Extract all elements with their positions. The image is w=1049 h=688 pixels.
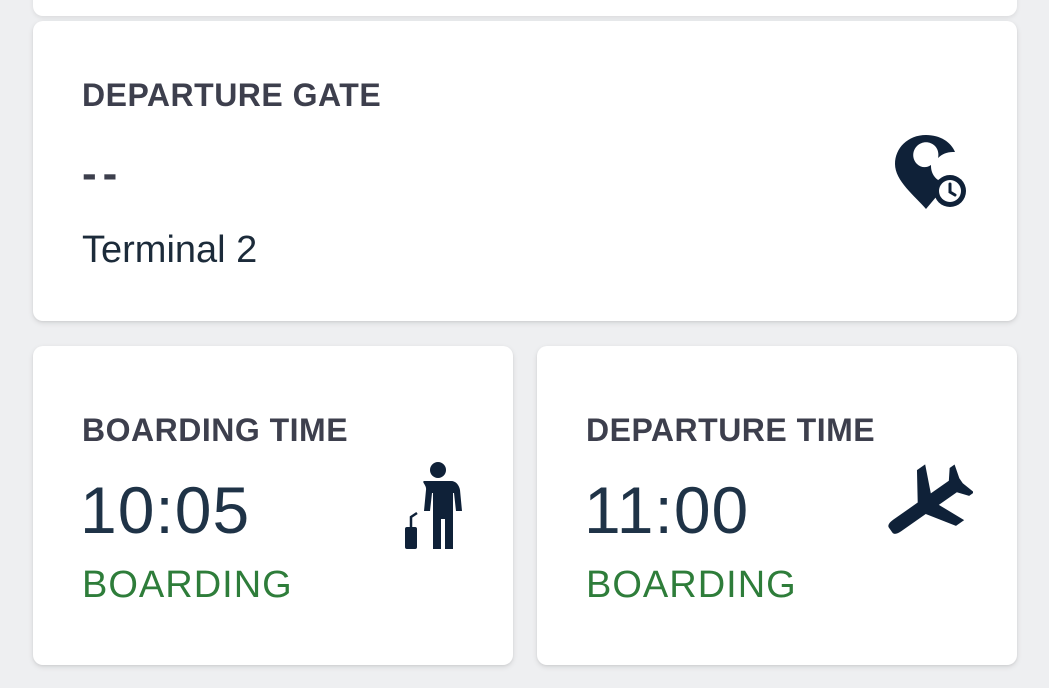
boarding-time-label: BOARDING TIME [82,412,349,448]
location-clock-icon [893,133,969,211]
departure-status: BOARDING [586,564,797,606]
terminal-text: Terminal 2 [82,229,258,271]
passenger-luggage-icon [403,461,465,553]
departure-time-value: 11:00 [584,473,750,547]
departure-gate-card: DEPARTURE GATE -- Terminal 2 [33,21,1017,321]
boarding-time-value: 10:05 [80,473,251,547]
boarding-time-card: BOARDING TIME 10:05 BOARDING [33,346,513,665]
departure-time-card: DEPARTURE TIME 11:00 BOARDING [537,346,1017,665]
airplane-icon [877,464,973,548]
departure-gate-value: -- [82,149,124,198]
departure-time-label: DEPARTURE TIME [586,412,876,448]
previous-card-edge [33,0,1017,16]
departure-gate-label: DEPARTURE GATE [82,77,382,113]
boarding-status: BOARDING [82,564,293,606]
